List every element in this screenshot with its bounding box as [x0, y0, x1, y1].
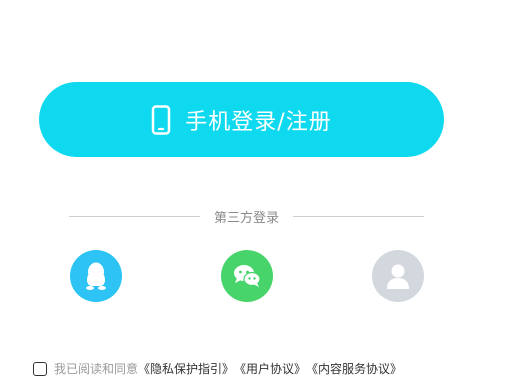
privacy-policy-link[interactable]: 《隐私保护指引》	[138, 360, 234, 377]
agreement-row: 我已阅读和同意 《隐私保护指引》 《用户协议》 《内容服务协议》	[33, 360, 402, 377]
user-icon	[387, 264, 409, 289]
phone-icon	[152, 104, 171, 135]
qq-icon	[86, 262, 106, 290]
wechat-login-button[interactable]	[221, 250, 273, 302]
user-agreement-link[interactable]: 《用户协议》	[234, 360, 306, 377]
third-party-divider: 第三方登录	[69, 206, 425, 226]
agreement-prefix: 我已阅读和同意	[54, 362, 139, 376]
phone-login-label: 手机登录/注册	[185, 109, 332, 135]
phone-login-button[interactable]: 手机登录/注册	[39, 82, 444, 157]
third-party-title: 第三方登录	[214, 210, 280, 226]
qq-login-button[interactable]	[70, 250, 122, 302]
divider-line-left	[69, 215, 200, 217]
account-login-button[interactable]	[372, 250, 424, 302]
divider-line-right	[293, 215, 425, 217]
wechat-icon	[234, 265, 261, 287]
agreement-checkbox[interactable]	[33, 361, 47, 376]
content-service-agreement-link[interactable]: 《内容服务协议》	[306, 360, 402, 377]
